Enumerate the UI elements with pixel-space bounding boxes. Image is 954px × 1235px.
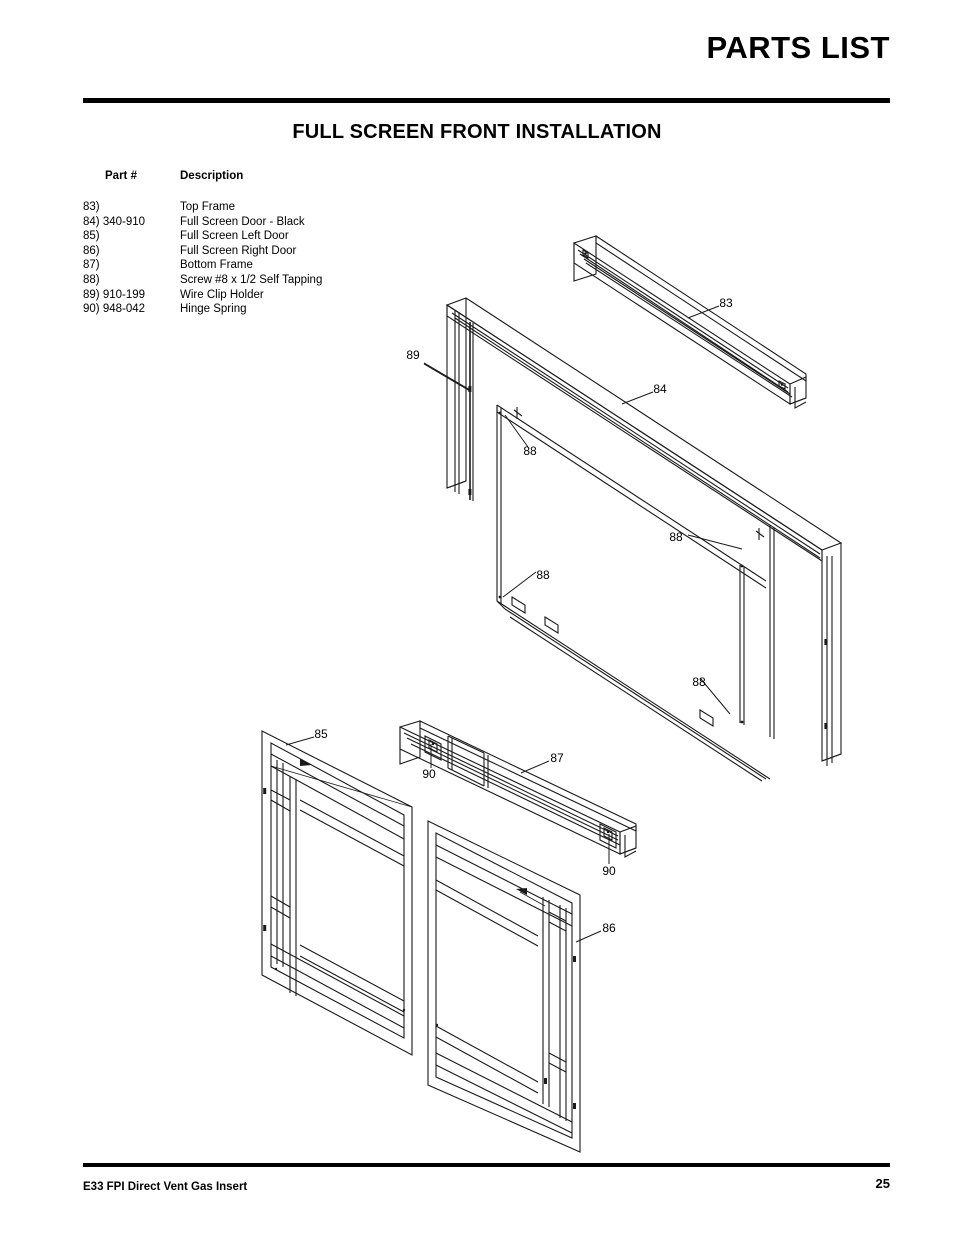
- part-description: Full Screen Left Door: [180, 230, 289, 243]
- callout-86: 86: [602, 921, 616, 935]
- callout-87: 87: [550, 751, 564, 765]
- part-number: 85): [83, 230, 100, 243]
- callout-90-a: 90: [422, 767, 436, 781]
- column-header-description: Description: [180, 170, 244, 182]
- footer-divider: [83, 1163, 890, 1167]
- part-83-top-frame: [573, 234, 807, 409]
- callout-90-b: 90: [602, 864, 616, 878]
- parts-table: Part # Description 83) Top Frame 84) 340…: [83, 170, 322, 317]
- callout-85: 85: [314, 727, 328, 741]
- table-row: 83) Top Frame: [83, 200, 322, 215]
- callout-83: 83: [719, 296, 733, 310]
- callout-84: 84: [653, 382, 667, 396]
- part-number: 83): [83, 201, 100, 213]
- part-description: Wire Clip Holder: [180, 288, 264, 301]
- part-number: 88): [83, 273, 100, 286]
- part-description: Hinge Spring: [180, 303, 247, 316]
- callout-88-b: 88: [669, 530, 683, 544]
- table-row: 85) Full Screen Left Door: [83, 229, 322, 244]
- part-description: Full Screen Door - Black: [180, 215, 305, 228]
- callout-88-d: 88: [692, 675, 706, 689]
- table-row: 89) 910-199 Wire Clip Holder: [83, 288, 322, 303]
- header-divider: [83, 98, 890, 103]
- part-86-full-screen-right-door: [427, 820, 581, 1153]
- callout-88-a: 88: [523, 444, 537, 458]
- part-description: Screw #8 x 1/2 Self Tapping: [180, 273, 323, 286]
- column-header-part: Part #: [105, 170, 137, 182]
- page-number: 25: [875, 1176, 890, 1191]
- table-row: 86) Full Screen Right Door: [83, 244, 322, 259]
- part-description: Full Screen Right Door: [180, 244, 297, 257]
- document-name: E33 FPI Direct Vent Gas Insert: [83, 1181, 248, 1193]
- table-row: 90) 948-042 Hinge Spring: [83, 302, 322, 317]
- part-description: Top Frame: [180, 201, 235, 213]
- part-number: 89) 910-199: [83, 288, 146, 301]
- page-title: PARTS LIST: [706, 30, 890, 65]
- callout-leader-lines: [285, 305, 743, 943]
- part-87-bottom-frame: [399, 720, 637, 858]
- part-number: 87): [83, 259, 100, 272]
- part-84-full-screen-door-frame: [445, 297, 843, 782]
- callout-89: 89: [406, 348, 420, 362]
- part-description: Bottom Frame: [180, 259, 253, 272]
- table-row: 88) Screw #8 x 1/2 Self Tapping: [83, 273, 322, 288]
- parts-table-header: Part # Description: [83, 170, 322, 182]
- part-89-wire-clip-holder: [423, 362, 471, 391]
- table-row: 84) 340-910 Full Screen Door - Black: [83, 215, 322, 230]
- part-85-full-screen-left-door: [261, 730, 413, 1056]
- part-number: 86): [83, 244, 100, 257]
- table-row: 87) Bottom Frame: [83, 258, 322, 273]
- part-number: 84) 340-910: [83, 215, 146, 228]
- callout-88-c: 88: [536, 568, 550, 582]
- part-number: 90) 948-042: [83, 303, 146, 316]
- section-title: FULL SCREEN FRONT INSTALLATION: [292, 121, 662, 143]
